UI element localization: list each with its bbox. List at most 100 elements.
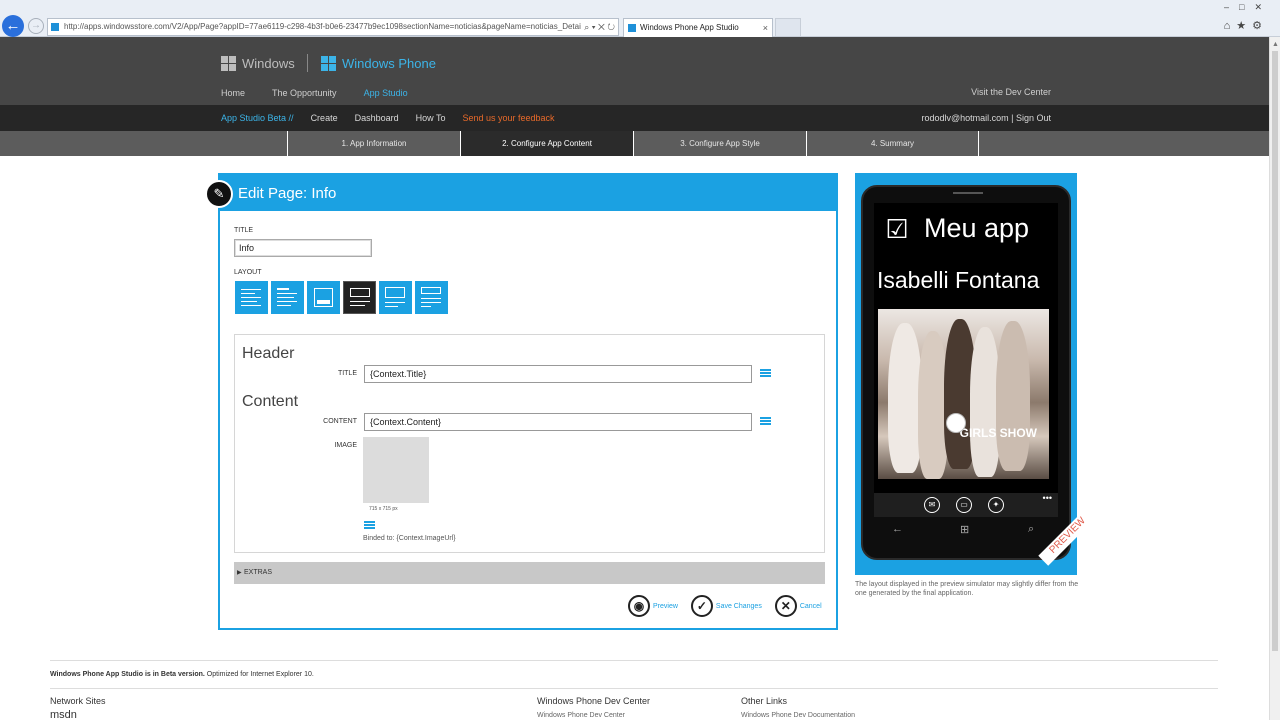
footer-dev-center-link[interactable]: Windows Phone Dev Center bbox=[537, 712, 625, 719]
subnav-how-to[interactable]: How To bbox=[416, 113, 446, 123]
panel-actions: ◉ Preview ✓ Save Changes ✕ Cancel bbox=[628, 595, 822, 617]
photo-caption: GIRLS SHOW bbox=[959, 426, 1037, 440]
nav-opportunity[interactable]: The Opportunity bbox=[272, 88, 337, 98]
phone-page-heading: Isabelli Fontana bbox=[877, 267, 1040, 293]
content-label: CONTENT bbox=[323, 418, 357, 425]
expand-triangle-icon: ▶ bbox=[237, 570, 242, 576]
preview-button[interactable]: ◉ Preview bbox=[628, 595, 678, 617]
cancel-button[interactable]: ✕ Cancel bbox=[774, 595, 822, 617]
image-placeholder[interactable] bbox=[363, 437, 429, 503]
layout-image-text-selected-icon[interactable] bbox=[343, 281, 376, 314]
header-title-input[interactable]: {Context.Title} bbox=[364, 365, 752, 383]
comment-icon[interactable]: ▭ bbox=[956, 497, 972, 513]
title-label: TITLE bbox=[234, 227, 254, 234]
sub-nav: App Studio Beta // Create Dashboard How … bbox=[0, 105, 1269, 131]
phone-search-icon[interactable]: ⌕ bbox=[1028, 523, 1034, 536]
scrollbar-thumb[interactable] bbox=[1272, 51, 1278, 651]
window-controls-icon[interactable]: –□✕ bbox=[1224, 2, 1272, 13]
address-controls-icon[interactable]: ⌕ ▾ ✕ ↻ bbox=[581, 19, 615, 35]
dev-center-link[interactable]: Visit the Dev Center bbox=[971, 87, 1051, 97]
page-title-input[interactable]: Info bbox=[234, 239, 372, 257]
account-sign-out[interactable]: rododlv@hotmail.com | Sign Out bbox=[921, 113, 1051, 123]
browser-tab[interactable]: Windows Phone App Studio × bbox=[623, 18, 773, 37]
step-summary[interactable]: 4. Summary bbox=[806, 131, 979, 156]
footer-divider-2 bbox=[50, 688, 1218, 689]
nav-home[interactable]: Home bbox=[221, 88, 245, 98]
nav-app-studio[interactable]: App Studio bbox=[364, 88, 408, 98]
feedback-link[interactable]: Send us your feedback bbox=[462, 113, 554, 123]
content-section-title: Content bbox=[242, 393, 299, 410]
preview-label: Preview bbox=[653, 602, 678, 610]
content-input[interactable]: {Context.Content} bbox=[364, 413, 752, 431]
phone-app-title: Meu app bbox=[924, 213, 1030, 243]
browser-toolbar: ← → http://apps.windowsstore.com/V2/App/… bbox=[0, 0, 1280, 37]
layout-text-left-icon[interactable] bbox=[235, 281, 268, 314]
windows-flag-icon bbox=[221, 56, 236, 71]
eye-icon: ◉ bbox=[628, 595, 650, 617]
image-binding-text: Binded to: {Context.ImageUrl} bbox=[363, 535, 456, 542]
layout-text-header-icon[interactable] bbox=[271, 281, 304, 314]
close-icon: ✕ bbox=[774, 595, 797, 617]
header-section-title: Header bbox=[242, 345, 295, 362]
footer-documentation-link[interactable]: Windows Phone Dev Documentation bbox=[741, 712, 855, 719]
new-tab-button[interactable] bbox=[775, 18, 801, 37]
edit-page-panel: ✎ Edit Page: Info TITLE Info LAYOUT Head… bbox=[205, 173, 838, 630]
phone-hardware-keys: ← ⊞ ⌕ bbox=[874, 523, 1058, 543]
beta-notice-rest: Optimized for Internet Explorer 10. bbox=[204, 671, 314, 678]
mail-icon[interactable]: ✉ bbox=[924, 497, 940, 513]
image-binding-icon[interactable] bbox=[364, 521, 375, 532]
subnav-create[interactable]: Create bbox=[311, 113, 338, 123]
address-text: http://apps.windowsstore.com/V2/App/Page… bbox=[64, 22, 583, 31]
tab-close-icon[interactable]: × bbox=[763, 19, 768, 37]
extras-expander[interactable]: ▶ EXTRAS bbox=[234, 562, 825, 584]
main-nav: Home The Opportunity App Studio bbox=[221, 88, 435, 98]
footer-dev-center: Windows Phone Dev Center bbox=[537, 696, 651, 706]
wizard-steps: 1. App Information 2. Configure App Cont… bbox=[0, 131, 1269, 156]
tab-title: Windows Phone App Studio bbox=[640, 23, 739, 32]
pencil-icon: ✎ bbox=[205, 180, 233, 208]
phone-screen: ☑ Meu app Isabelli Fontana GIRLS SHOW bbox=[874, 203, 1058, 493]
logo-divider bbox=[307, 54, 308, 72]
content-binding-icon[interactable] bbox=[760, 417, 771, 428]
forward-arrow-icon[interactable]: → bbox=[28, 18, 44, 34]
touch-pointer bbox=[946, 413, 966, 433]
address-bar[interactable]: http://apps.windowsstore.com/V2/App/Page… bbox=[47, 18, 619, 36]
checkmark-icon: ✓ bbox=[690, 595, 713, 617]
msdn-link[interactable]: msdn bbox=[50, 709, 77, 721]
step-configure-content[interactable]: 2. Configure App Content bbox=[460, 131, 633, 156]
back-arrow-icon[interactable]: ← bbox=[2, 15, 24, 37]
windows-phone-logo[interactable]: Windows Phone bbox=[321, 56, 436, 71]
page-scrollbar[interactable]: ▲ bbox=[1269, 37, 1280, 720]
subnav-dashboard[interactable]: Dashboard bbox=[355, 113, 399, 123]
layout-wide-image-icon[interactable] bbox=[415, 281, 448, 314]
image-label: IMAGE bbox=[334, 442, 357, 449]
more-dots-icon[interactable]: ••• bbox=[1043, 493, 1052, 503]
app-studio-beta-label[interactable]: App Studio Beta // bbox=[221, 113, 294, 123]
phone-device: ☑ Meu app Isabelli Fontana GIRLS SHOW ✉ … bbox=[861, 185, 1071, 560]
layout-options bbox=[235, 281, 448, 314]
windows-logo[interactable]: Windows bbox=[221, 56, 295, 71]
footer-divider bbox=[50, 660, 1218, 661]
step-app-information[interactable]: 1. App Information bbox=[287, 131, 460, 156]
panel-title: Edit Page: Info bbox=[238, 185, 337, 202]
footer-network-sites: Network Sites bbox=[50, 696, 106, 706]
phone-back-icon[interactable]: ← bbox=[892, 523, 903, 535]
layout-label: LAYOUT bbox=[234, 269, 262, 276]
site-favicon-icon bbox=[51, 23, 59, 31]
save-changes-label: Save Changes bbox=[715, 602, 762, 610]
cancel-label: Cancel bbox=[799, 602, 822, 610]
windows-label: Windows bbox=[242, 56, 295, 71]
phone-windows-icon[interactable]: ⊞ bbox=[960, 523, 969, 536]
header-title-binding-icon[interactable] bbox=[760, 369, 771, 380]
save-changes-button[interactable]: ✓ Save Changes bbox=[690, 595, 762, 617]
image-size-hint: 715 x 715 px bbox=[369, 506, 398, 512]
scroll-up-icon[interactable]: ▲ bbox=[1272, 41, 1279, 48]
home-favorites-settings-icon[interactable]: ⌂★⚙ bbox=[1224, 19, 1268, 32]
phone-speaker bbox=[953, 192, 983, 194]
step-configure-style[interactable]: 3. Configure App Style bbox=[633, 131, 806, 156]
layout-image-icon[interactable] bbox=[307, 281, 340, 314]
phone-content-image: GIRLS SHOW bbox=[878, 309, 1049, 479]
beta-notice-bold: Windows Phone App Studio is in Beta vers… bbox=[50, 671, 205, 678]
layout-header-image-icon[interactable] bbox=[379, 281, 412, 314]
pin-icon[interactable]: ✦ bbox=[988, 497, 1004, 513]
